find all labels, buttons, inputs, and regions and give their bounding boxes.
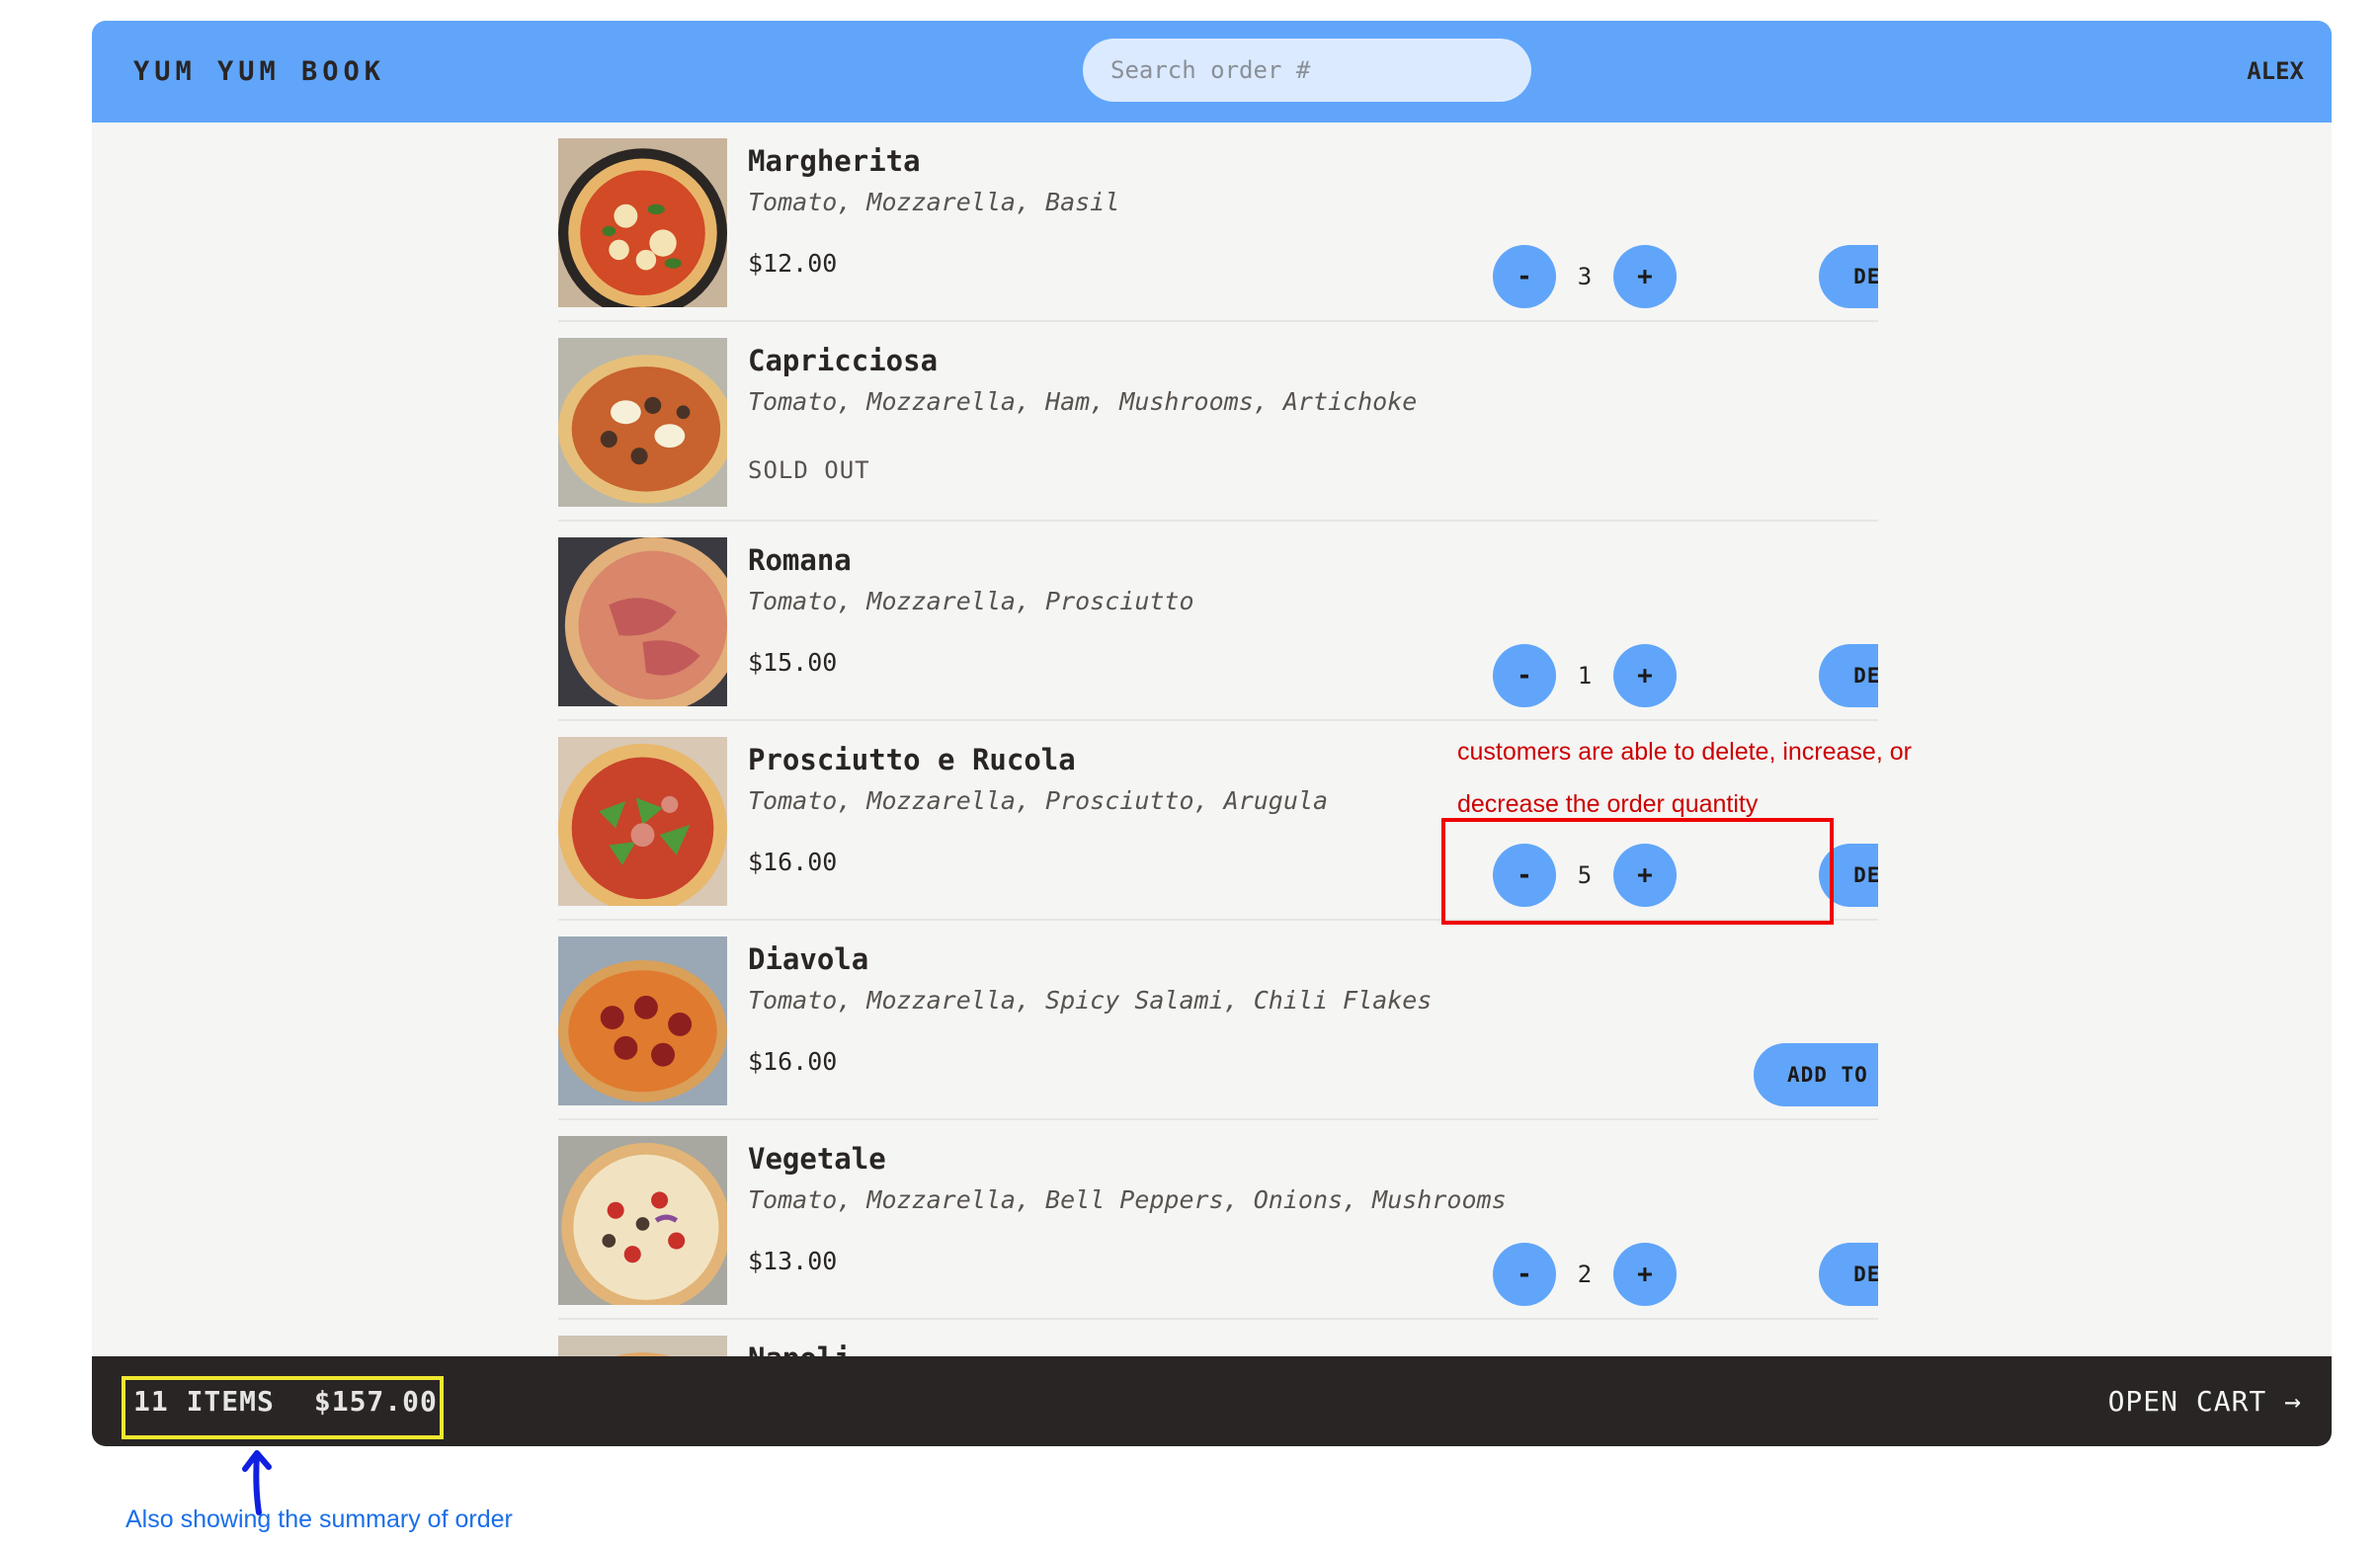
- menu-item-margherita: Margherita Tomato, Mozzarella, Basil $12…: [558, 122, 1878, 322]
- item-ingredients: Tomato, Mozzarella, Ham, Mushrooms, Arti…: [748, 387, 1418, 416]
- item-ingredients: Tomato, Mozzarella, Prosciutto: [748, 587, 1194, 615]
- decrease-quantity-button[interactable]: -: [1493, 245, 1556, 308]
- increase-quantity-button[interactable]: +: [1613, 1243, 1677, 1306]
- item-price: $16.00: [748, 848, 838, 876]
- app-window: YUM YUM BOOK ALEX Margherita Tomato, Moz…: [92, 21, 2332, 1446]
- item-quantity: 3: [1577, 263, 1593, 290]
- annotation-summary-box: [122, 1376, 444, 1439]
- item-price: $16.00: [748, 1047, 838, 1076]
- item-quantity: 2: [1577, 1261, 1593, 1288]
- item-ingredients: Tomato, Mozzarella, Basil: [748, 188, 1120, 216]
- annotation-quantity-note: customers are able to delete, increase, …: [1457, 738, 1912, 818]
- item-quantity: 1: [1577, 662, 1593, 690]
- menu-item-diavola: Diavola Tomato, Mozzarella, Spicy Salami…: [558, 921, 1878, 1120]
- item-name: Diavola: [748, 942, 869, 976]
- pizza-image: [558, 936, 727, 1105]
- pizza-image: [558, 1136, 727, 1305]
- open-cart-link[interactable]: OPEN CART →: [2108, 1356, 2302, 1446]
- increase-quantity-button[interactable]: +: [1613, 644, 1677, 707]
- add-to-cart-button[interactable]: ADD TO CART: [1754, 1043, 1878, 1106]
- annotation-highlight-box: [1441, 818, 1834, 925]
- search-order-input[interactable]: [1083, 39, 1531, 102]
- header-bar: YUM YUM BOOK ALEX: [92, 21, 2332, 122]
- increase-quantity-button[interactable]: +: [1613, 245, 1677, 308]
- item-ingredients: Tomato, Mozzarella, Prosciutto, Arugula: [748, 786, 1328, 815]
- decrease-quantity-button[interactable]: -: [1493, 1243, 1556, 1306]
- menu-item-capricciosa: Capricciosa Tomato, Mozzarella, Ham, Mus…: [558, 322, 1878, 522]
- item-name: Romana: [748, 543, 852, 577]
- item-name: Prosciutto e Rucola: [748, 743, 1076, 776]
- username: ALEX: [2247, 57, 2304, 85]
- decrease-quantity-button[interactable]: -: [1493, 644, 1556, 707]
- pizza-image: [558, 537, 727, 706]
- delete-button[interactable]: DELETE: [1819, 1243, 1878, 1306]
- menu-item-vegetale: Vegetale Tomato, Mozzarella, Bell Pepper…: [558, 1120, 1878, 1320]
- item-ingredients: Tomato, Mozzarella, Spicy Salami, Chili …: [748, 986, 1433, 1015]
- delete-button[interactable]: DELETE: [1819, 245, 1878, 308]
- pizza-image: [558, 737, 727, 906]
- item-name: Margherita: [748, 144, 921, 178]
- app-logo[interactable]: YUM YUM BOOK: [133, 21, 385, 122]
- pizza-image: [558, 138, 727, 307]
- item-price: $13.00: [748, 1247, 838, 1275]
- item-name: Capricciosa: [748, 344, 939, 377]
- delete-button[interactable]: DELETE: [1819, 644, 1878, 707]
- item-price: $12.00: [748, 249, 838, 278]
- pizza-image: [558, 338, 727, 507]
- item-price: $15.00: [748, 648, 838, 677]
- menu-item-romana: Romana Tomato, Mozzarella, Prosciutto $1…: [558, 522, 1878, 721]
- annotation-summary-note: Also showing the summary of order: [125, 1505, 513, 1533]
- item-name: Vegetale: [748, 1142, 886, 1176]
- sold-out-label: SOLD OUT: [748, 456, 870, 484]
- item-ingredients: Tomato, Mozzarella, Bell Peppers, Onions…: [748, 1185, 1507, 1214]
